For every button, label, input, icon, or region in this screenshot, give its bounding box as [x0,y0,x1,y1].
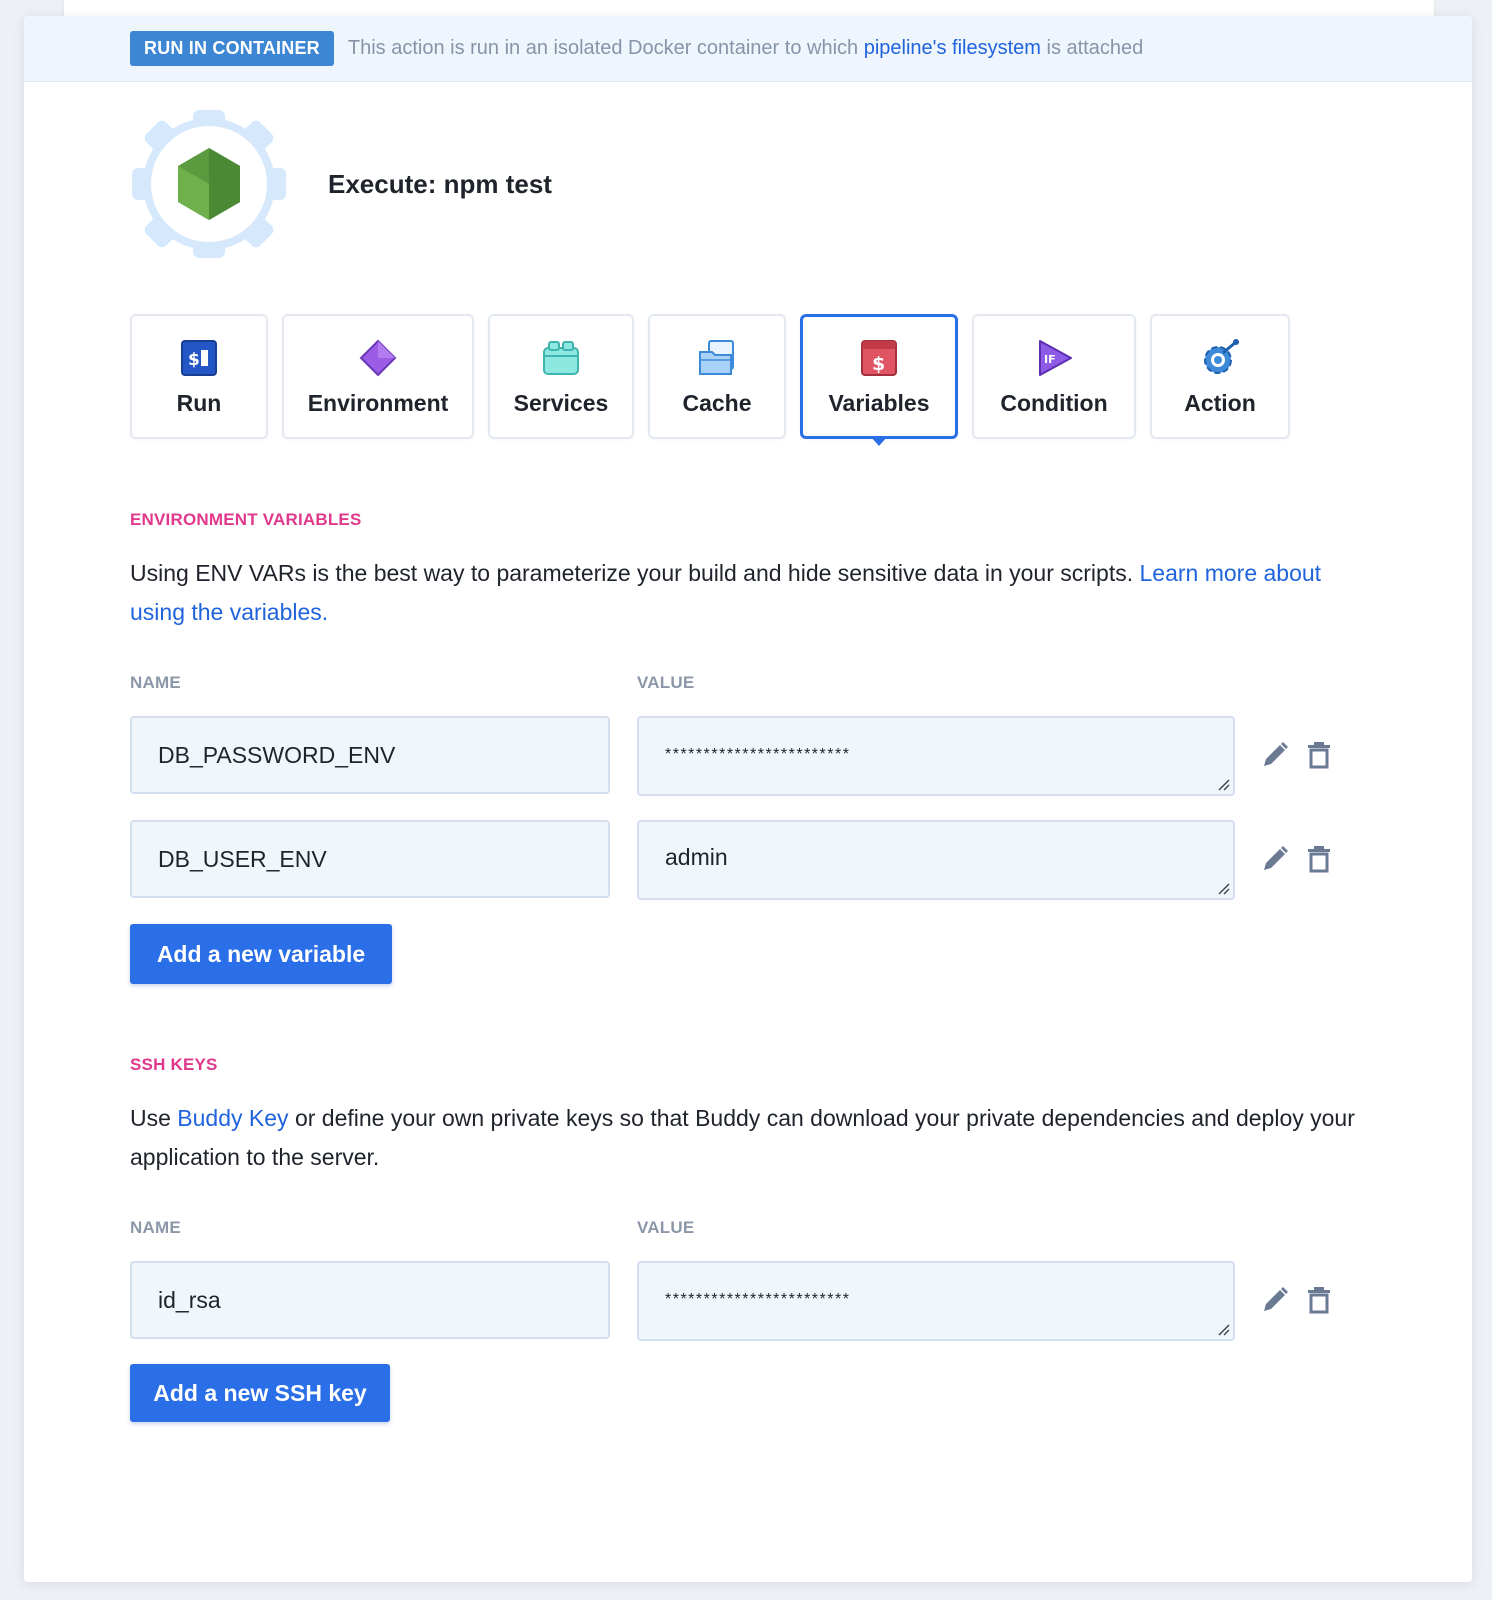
svg-text:$: $ [872,353,885,375]
container-banner: RUN IN CONTAINER This action is run in a… [24,16,1472,82]
delete-trash-icon[interactable] [1304,740,1334,770]
env-value-column-label: VALUE [637,673,695,692]
ssh-value-column-label: VALUE [637,1218,695,1237]
edit-pencil-icon[interactable] [1260,740,1290,770]
add-variable-button[interactable]: Add a new variable [130,924,392,984]
delete-trash-icon[interactable] [1304,844,1334,874]
condition-if-icon: IF [1039,340,1072,376]
resize-handle-icon[interactable] [1216,881,1230,895]
delete-trash-icon[interactable] [1304,1285,1334,1315]
banner-text: This action is run in an isolated Docker… [347,37,1144,59]
tab-variables[interactable]: $ Variables [800,314,958,446]
active-tab-caret [871,437,887,446]
tab-action[interactable]: Action [1150,314,1290,439]
buddy-key-link[interactable]: Buddy Key [177,1105,288,1131]
edit-pencil-icon[interactable] [1260,1285,1290,1315]
nodejs-gear-icon [132,110,286,258]
ssh-keys-description: Use Buddy Key or define your own private… [130,1105,1355,1170]
edit-pencil-icon[interactable] [1260,844,1290,874]
env-name-field[interactable]: DB_USER_ENV [130,820,610,898]
env-value-field[interactable]: admin [637,820,1235,900]
action-tabs: $ Run Environment Services Cache $ Varia… [130,314,1290,446]
ssh-keys-section-title: SSH KEYS [130,1055,218,1074]
action-title: Execute: npm test [328,168,552,199]
svg-text:IF: IF [1044,353,1056,366]
ssh-value-field[interactable]: ************************ [637,1261,1235,1341]
tab-services[interactable]: Services [488,314,634,439]
env-vars-description: Using ENV VARs is the best way to parame… [130,560,1322,625]
env-name-column-label: NAME [130,673,181,692]
tab-run[interactable]: $ Run [130,314,268,439]
add-ssh-key-button[interactable]: Add a new SSH key [130,1364,390,1422]
pipeline-filesystem-link[interactable]: pipeline's filesystem [864,37,1041,59]
resize-handle-icon[interactable] [1216,1322,1230,1336]
terminal-icon: $ [181,340,217,376]
cache-icon [699,340,734,375]
dollar-icon: $ [861,340,897,376]
ssh-name-column-label: NAME [130,1218,181,1237]
action-gear-icon [1204,339,1239,374]
env-value-field[interactable]: ************************ [637,716,1235,796]
env-name-field[interactable]: DB_PASSWORD_ENV [130,716,610,794]
run-in-container-badge: RUN IN CONTAINER [130,31,334,66]
svg-text:$: $ [188,350,200,370]
ssh-name-field[interactable]: id_rsa [130,1261,610,1339]
action-card: RUN IN CONTAINER This action is run in a… [24,16,1472,1582]
tab-condition[interactable]: IF Condition [972,314,1136,439]
tab-cache[interactable]: Cache [648,314,786,439]
services-icon [543,341,579,375]
tab-environment[interactable]: Environment [282,314,474,439]
resize-handle-icon[interactable] [1216,777,1230,791]
action-header: Execute: npm test [130,108,552,260]
diamond-icon [359,339,397,377]
env-vars-section-title: ENVIRONMENT VARIABLES [130,510,362,529]
